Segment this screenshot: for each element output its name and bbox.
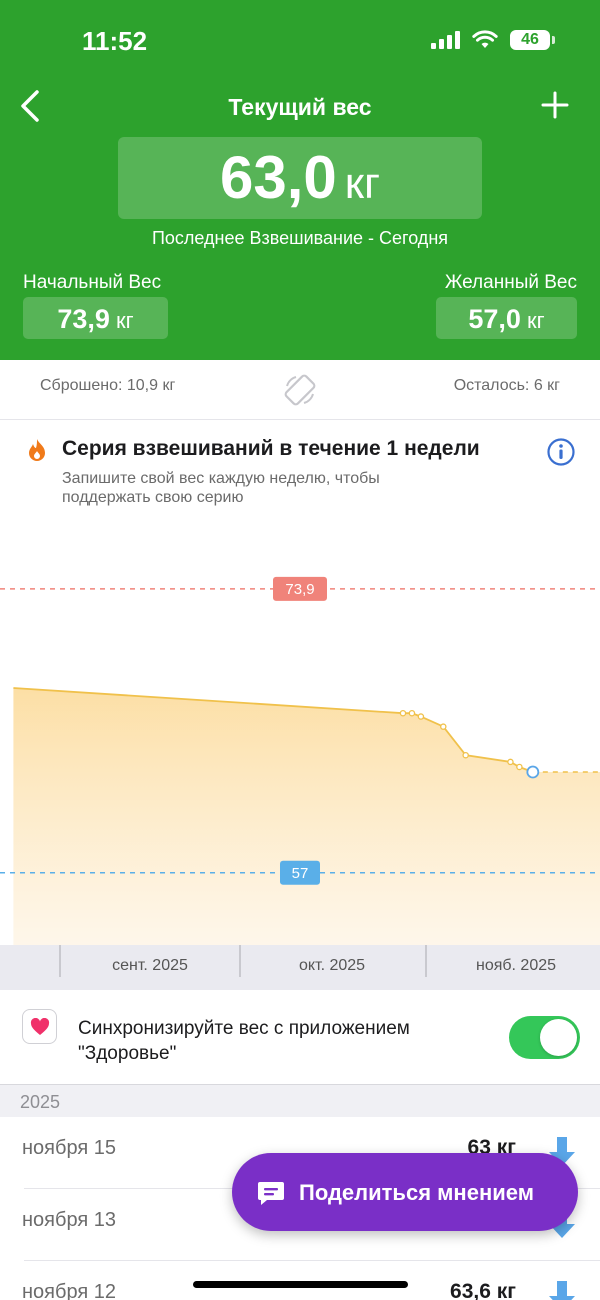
entry-date: ноября 12	[22, 1281, 116, 1300]
toggle-knob	[540, 1019, 577, 1056]
header: 11:52 46 Текущий вес 63,0 кг Последнее В…	[0, 0, 600, 360]
share-feedback-label: Поделиться мнением	[299, 1180, 534, 1205]
current-weight-value: 63,0	[219, 144, 337, 211]
goal-weight-reference-badge: 57	[280, 860, 320, 885]
weight-chart: 73,9 57 сент. 2025 окт. 2025 нояб. 2025	[0, 520, 600, 990]
x-tick-oct: окт. 2025	[298, 957, 366, 974]
share-feedback-button[interactable]: Поделиться мнением	[232, 1153, 578, 1231]
start-weight-label: Начальный Вес	[23, 272, 162, 293]
fire-icon	[29, 439, 45, 461]
start-weight-value: 73,9	[57, 304, 110, 334]
x-tick-nov: нояб. 2025	[475, 957, 557, 974]
year-label: 2025	[20, 1092, 61, 1112]
x-axis-separator	[239, 945, 241, 977]
weight-point	[417, 713, 425, 720]
goal-weight-reference-label: 57	[292, 865, 309, 882]
start-weight-unit: кг	[115, 308, 134, 333]
goal-weight-unit: кг	[526, 308, 545, 333]
status-bar: 11:52 46	[0, 0, 600, 80]
goal-weight-pill[interactable]: 57,0 кг	[436, 297, 577, 339]
current-weight-unit: кг	[344, 159, 381, 208]
weight-chart-svg: 73,9 57	[0, 576, 600, 945]
weight-area-fill	[13, 688, 600, 945]
weight-point	[399, 709, 407, 717]
weight-point	[462, 751, 469, 759]
wifi-icon	[472, 30, 498, 48]
rotate-screen-icon[interactable]	[282, 372, 318, 408]
goal-weight-label: Желанный Вес	[444, 272, 577, 293]
health-sync-label: Синхронизируйте вес с приложением "Здоро…	[78, 1018, 410, 1064]
streak-title: Серия взвешиваний в течение 1 недели	[62, 437, 480, 460]
x-axis-separator	[59, 945, 61, 977]
heart-icon	[30, 1017, 49, 1035]
last-weigh-text: Последнее Взвешивание - Сегодня	[151, 228, 448, 248]
latest-weight-point	[526, 765, 540, 779]
goal-weight-value: 57,0	[468, 304, 521, 334]
health-sync-row: Синхронизируйте вес с приложением "Здоро…	[0, 990, 600, 1085]
year-header: 2025	[0, 1085, 600, 1117]
entry-date: ноября 13	[22, 1209, 116, 1231]
x-axis-separator	[425, 945, 427, 977]
chat-bubble-icon	[258, 1182, 284, 1205]
info-icon[interactable]	[546, 437, 576, 467]
start-weight-reference-badge: 73,9	[273, 576, 327, 601]
entry-weight: 63,6 кг	[450, 1280, 516, 1300]
start-weight-reference-label: 73,9	[285, 581, 314, 598]
weight-point	[516, 763, 523, 771]
streak-subtitle: Запишите свой вес каждую неделю, чтобы п…	[62, 470, 380, 506]
progress-row: Сброшено: 10,9 кг Осталось: 6 кг	[0, 360, 600, 420]
streak-section: Серия взвешиваний в течение 1 недели Зап…	[0, 420, 600, 520]
nav-bar: Текущий вес	[0, 86, 600, 126]
cellular-signal-icon	[431, 31, 460, 49]
battery-icon: 46	[510, 30, 555, 50]
battery-level: 46	[521, 31, 539, 48]
add-plus-icon[interactable]	[540, 90, 570, 120]
weight-point	[440, 723, 447, 730]
arrow-down-icon	[549, 1281, 575, 1300]
page-title: Текущий вес	[228, 94, 372, 120]
status-time: 11:52	[82, 26, 148, 56]
remaining-weight-text: Осталось: 6 кг	[453, 377, 560, 394]
status-icons: 46	[431, 30, 555, 50]
x-tick-sep: сент. 2025	[112, 957, 188, 974]
start-weight-pill[interactable]: 73,9 кг	[23, 297, 168, 339]
current-weight-box[interactable]: 63,0 кг	[118, 137, 482, 219]
lost-weight-text: Сброшено: 10,9 кг	[40, 377, 176, 394]
entry-date: ноября 15	[22, 1137, 116, 1159]
health-app-icon	[22, 1009, 57, 1044]
weight-point	[507, 758, 514, 766]
health-sync-toggle[interactable]	[509, 1016, 580, 1059]
home-indicator	[193, 1281, 408, 1288]
weight-point	[408, 709, 416, 717]
